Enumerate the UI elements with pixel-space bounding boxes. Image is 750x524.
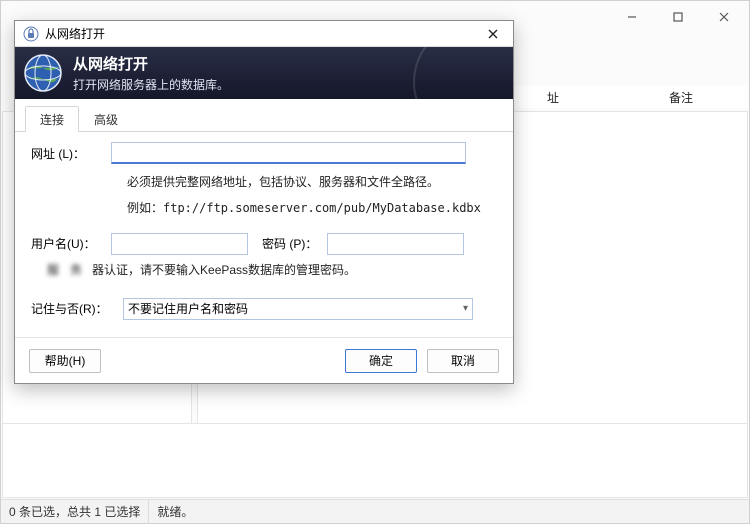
globe-icon xyxy=(23,53,63,93)
banner-heading: 从网络打开 xyxy=(73,53,229,74)
password-label: 密码 (P)： xyxy=(262,235,317,252)
url-hint: 必须提供完整网络地址，包括协议、服务器和文件全路径。 xyxy=(127,172,497,192)
status-bar: 0 条已选，总共 1 已选择 就绪。 xyxy=(1,499,749,523)
close-main-button[interactable] xyxy=(701,2,747,32)
tab-connection[interactable]: 连接 xyxy=(25,106,79,132)
remember-select-value: 不要记住用户名和密码 xyxy=(128,300,248,317)
cancel-button-label: 取消 xyxy=(451,352,475,369)
form-area: 网址 (L)： 必须提供完整网络地址，包括协议、服务器和文件全路径。 例如：ft… xyxy=(15,132,513,337)
server-auth-note-blur: 服 务 xyxy=(47,261,86,278)
tab-advanced[interactable]: 高级 xyxy=(79,106,133,132)
password-input[interactable] xyxy=(327,233,464,255)
open-from-url-dialog: 从网络打开 从网络打开 打开网络服务器上的数据库。 连接 高级 网址 (L) xyxy=(14,20,514,384)
banner-subheading: 打开网络服务器上的数据库。 xyxy=(73,76,229,93)
dialog-banner: 从网络打开 打开网络服务器上的数据库。 xyxy=(15,47,513,99)
server-auth-note: 器认证，请不要输入KeePass数据库的管理密码。 xyxy=(92,261,356,278)
chevron-down-icon: ▾ xyxy=(463,303,468,314)
minimize-button[interactable] xyxy=(609,2,655,32)
dialog-footer: 帮助(H) 确定 取消 xyxy=(15,337,513,383)
help-button[interactable]: 帮助(H) xyxy=(29,349,101,373)
help-button-label: 帮助(H) xyxy=(45,352,86,369)
dialog-titlebar: 从网络打开 xyxy=(15,21,513,47)
close-dialog-button[interactable] xyxy=(479,24,507,44)
maximize-button[interactable] xyxy=(655,2,701,32)
username-label: 用户名(U)： xyxy=(31,235,111,252)
username-input[interactable] xyxy=(111,233,248,255)
column-header-note[interactable]: 备注 xyxy=(659,89,733,106)
cancel-button[interactable]: 取消 xyxy=(427,349,499,373)
server-auth-note-row: 服 务 器认证，请不要输入KeePass数据库的管理密码。 xyxy=(47,261,497,278)
ok-button[interactable]: 确定 xyxy=(345,349,417,373)
status-selection: 0 条已选，总共 1 已选择 xyxy=(1,500,149,523)
url-input[interactable] xyxy=(111,142,466,164)
dialog-title: 从网络打开 xyxy=(45,25,479,42)
status-ready: 就绪。 xyxy=(149,500,201,523)
remember-label: 记住与否(R)： xyxy=(31,300,123,317)
ok-button-label: 确定 xyxy=(369,352,393,369)
remember-select[interactable]: 不要记住用户名和密码 ▾ xyxy=(123,298,473,320)
url-example: 例如：ftp://ftp.someserver.com/pub/MyDataba… xyxy=(127,198,497,218)
url-label: 网址 (L)： xyxy=(31,145,111,162)
banner-decoration xyxy=(413,47,513,99)
dialog-tabs: 连接 高级 xyxy=(15,99,513,132)
details-pane[interactable] xyxy=(2,423,748,498)
lock-icon xyxy=(23,26,39,42)
column-header-address[interactable]: 址 xyxy=(537,89,599,106)
